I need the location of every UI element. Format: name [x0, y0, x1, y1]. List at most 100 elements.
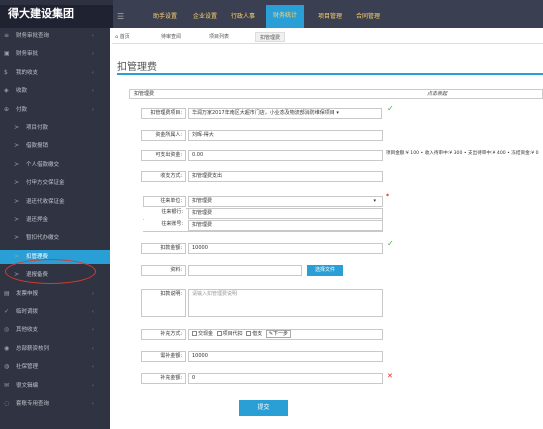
brand-logo: 得大建设集团 — [0, 0, 113, 28]
sidebar-item-label: 付甲方交保证金 — [26, 180, 65, 187]
sidebar-item[interactable]: ◌ 套账专用查询 ‹ — [0, 397, 110, 411]
sidebar-item-label: 财务审批查询 — [16, 33, 50, 39]
sidebar-item[interactable]: > 借款报销 — [0, 139, 110, 153]
sidebar-item[interactable]: ◍ 社保管理 ‹ — [0, 360, 110, 374]
error-icon: ✕ — [387, 372, 393, 380]
sidebar-icon: > — [14, 197, 20, 205]
topnav-item[interactable]: 行政人事 — [231, 11, 255, 20]
sidebar-item-label: 临时调拨 — [16, 309, 39, 315]
next-step-button[interactable]: ✎下一步 — [265, 330, 292, 338]
sidebar-item[interactable]: ≡ 财务审批查询 ‹ — [0, 29, 110, 43]
supp-label: 补充方式: — [141, 329, 186, 340]
bank-field[interactable]: 扣管理费 — [188, 208, 383, 219]
submit-button[interactable]: 提交 — [239, 400, 288, 416]
collapse-link[interactable]: 点击收起 — [427, 90, 447, 98]
sidebar-item[interactable]: > 项目付款 — [0, 121, 110, 135]
sidebar-item[interactable]: $ 我的收支 ‹ — [0, 66, 110, 80]
topnav-item-active[interactable]: 财务统计 — [266, 5, 305, 28]
panel-header: 扣管理费 点击收起 — [129, 89, 543, 99]
amount-field[interactable]: 10000 — [188, 243, 383, 254]
sidebar-item[interactable]: ◎ 其他收支 ‹ — [0, 323, 110, 337]
sidebar-item[interactable]: ▤ 发票申报 ‹ — [0, 287, 110, 301]
tab-item[interactable]: 项目列表 — [209, 33, 229, 40]
paid-label: 补充金额: — [141, 373, 186, 384]
method-field[interactable]: 扣管理费支出 — [188, 171, 383, 182]
sidebar-item-label: 个人借款缴交 — [26, 161, 60, 168]
title-divider — [117, 73, 543, 75]
loan-checkbox[interactable] — [246, 331, 252, 336]
chevron-left-icon: ‹ — [91, 327, 94, 334]
sidebar-item[interactable]: ◉ 总部薪资核列 ‹ — [0, 342, 110, 356]
owner-label: 资金所属人: — [141, 130, 186, 141]
need-label: 需补金额: — [141, 351, 186, 362]
topnav-item[interactable]: 合同管理 — [356, 11, 380, 20]
desc-label: 扣款说明: — [141, 289, 186, 317]
sidebar-item[interactable]: ✉ 很文辑编 ‹ — [0, 379, 110, 393]
sidebar-item-label: 付款 — [16, 106, 28, 113]
sidebar-icon: $ — [4, 68, 8, 76]
tab-bar: ⌂ 首页 待审查阅 项目列表 扣管理费 — [112, 31, 543, 44]
sidebar-item[interactable]: ▣ 财务审批 ‹ — [0, 47, 110, 61]
sidebar-item[interactable]: > 退还代收保证金 — [0, 195, 110, 209]
chevron-left-icon: ‹ — [91, 69, 94, 76]
tab-item[interactable]: 待审查阅 — [161, 33, 181, 40]
chevron-left-icon: ‹ — [91, 88, 94, 95]
sidebar-item[interactable]: > 付甲方交保证金 — [0, 176, 110, 190]
topnav-item[interactable]: 企业设置 — [193, 11, 217, 20]
required-asterisk: * — [386, 193, 390, 200]
sidebar-item-label: 暂扣代办缴交 — [26, 235, 60, 242]
chevron-left-icon: ‹ — [91, 106, 94, 113]
project-select[interactable]: 华润万家2017年南区大超市门店，小业态及物流部消防维保项目 ▾ — [188, 108, 382, 119]
chevron-down-icon: ▾ — [373, 198, 376, 204]
sidebar-item[interactable]: ⊕ 付款 ‹ — [0, 103, 110, 117]
account-field[interactable]: 扣管理费 — [188, 220, 383, 231]
payee-select[interactable]: 扣管理费 ▾ — [188, 196, 383, 207]
topnav-item[interactable]: 项目管理 — [318, 11, 342, 20]
sidebar-icon: > — [14, 179, 20, 187]
sidebar-icon: ⊕ — [4, 105, 10, 113]
need-field[interactable]: 10000 — [188, 351, 383, 362]
sidebar-item-label: 收款 — [16, 88, 28, 95]
tab-item-active[interactable]: 扣管理费 — [255, 32, 286, 42]
sidebar-icon: > — [14, 234, 20, 242]
panel-title: 扣管理费 — [134, 91, 155, 97]
desc-textarea[interactable]: 请输入扣管理费说明 — [188, 289, 383, 317]
sidebar-icon: > — [14, 216, 20, 223]
tab-home[interactable]: ⌂ 首页 — [115, 33, 130, 40]
cash-checkbox[interactable] — [192, 331, 197, 336]
sidebar-icon: ◉ — [4, 344, 10, 352]
topnav-item[interactable]: 助手设置 — [153, 11, 177, 20]
paid-field[interactable]: 0 — [188, 373, 383, 384]
sidebar-item[interactable]: > 个人借款缴交 — [0, 158, 110, 172]
available-field[interactable]: 0.00 — [188, 150, 383, 161]
sidebar-item-label: 总部薪资核列 — [16, 345, 50, 352]
method-label: 收支方式: — [141, 171, 186, 182]
file-field[interactable] — [188, 265, 302, 276]
sidebar-icon: > — [14, 142, 20, 150]
sidebar-item-label: 发票申报 — [16, 290, 39, 297]
sidebar-item-label: 退还代收保证金 — [26, 198, 65, 205]
choose-file-button[interactable]: 选择文件 — [307, 265, 343, 276]
account-label: 往来账号: — [143, 220, 186, 231]
sidebar-item[interactable]: > 暂扣代办缴交 — [0, 231, 110, 245]
sidebar-icon: ≡ — [4, 32, 10, 39]
chevron-left-icon: ‹ — [91, 33, 94, 39]
amount-label: 扣款金额: — [141, 243, 186, 254]
menu-icon[interactable]: ☰ — [117, 12, 124, 21]
deduct-checkbox[interactable] — [216, 331, 222, 336]
sidebar-item-label: 其他收支 — [16, 327, 39, 334]
sidebar-icon: ◌ — [4, 400, 10, 407]
chevron-left-icon: ‹ — [91, 382, 94, 389]
chevron-left-icon: ‹ — [91, 345, 94, 352]
sidebar: ≡ 财务审批查询 ‹ ▣ 财务审批 ‹ $ 我的收支 ‹ ◈ 收款 ‹ ⊕ 付款 ‹ > 项目付款 > 借款报销 > 个… — [0, 28, 110, 429]
owner-field[interactable]: 刘晖-得大 — [188, 130, 383, 141]
sidebar-icon: > — [14, 160, 20, 168]
sidebar-item[interactable]: ✓ 临时调拨 ‹ — [0, 305, 110, 319]
top-bar: 得大建设集团 ☰ 助手设置 企业设置 行政人事 财务统计 项目管理 合同管理 — [0, 0, 543, 28]
sidebar-item[interactable]: > 退还押金 — [0, 213, 110, 227]
sidebar-icon: ◍ — [4, 363, 10, 371]
sidebar-icon: ◈ — [4, 87, 9, 95]
bank-label: 往来银行: — [143, 208, 186, 219]
project-label: 扣管理费项目: — [141, 108, 186, 119]
sidebar-item[interactable]: ◈ 收款 ‹ — [0, 84, 110, 98]
